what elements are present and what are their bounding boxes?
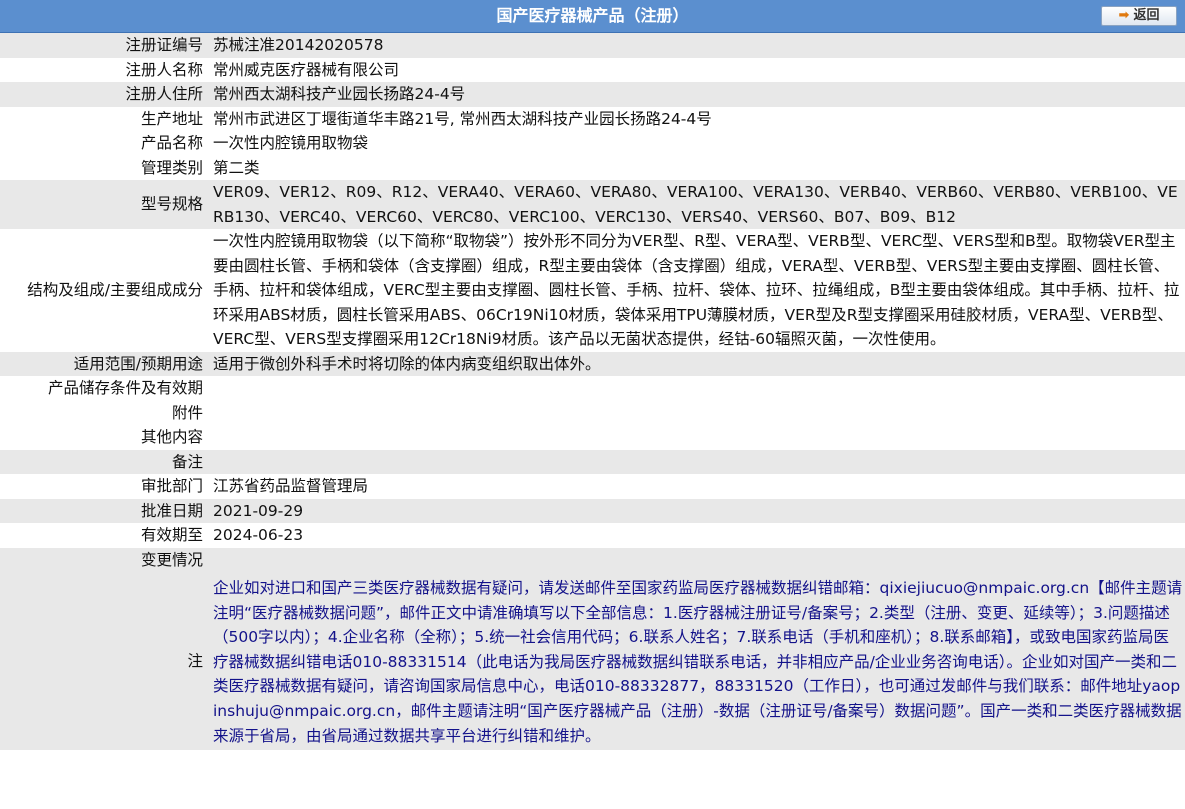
row-value: 第二类 [207,155,1185,180]
row-label: 产品名称 [0,131,207,156]
row-label: 其他内容 [140,428,203,446]
row-label: 注册证编号 [0,33,207,58]
table-row: 批准日期 2021-09-29 [0,498,1185,523]
row-label: 附件 [171,403,203,422]
row-label: 注册人住所 [0,82,207,107]
row-label: 产品储存条件及有效期 附件 其他内容 [0,376,207,450]
row-label: 有效期至 [0,523,207,548]
row-label: 生产地址 [0,106,207,131]
back-button[interactable]: ➡ 返回 [1101,6,1177,26]
row-label: 备注 [0,449,207,474]
back-button-label: 返回 [1133,8,1160,23]
note-label: 注 [0,572,207,751]
row-value: 苏械注准20142020578 [207,33,1185,58]
detail-table: 注册证编号 苏械注准20142020578 注册人名称 常州威克医疗器械有限公司… [0,33,1185,751]
row-value [213,376,1183,401]
row-value [213,425,1183,450]
row-value: 江苏省药品监督管理局 [207,474,1185,499]
row-value: 适用于微创外科手术时将切除的体内病变组织取出体外。 [207,351,1185,376]
row-value [207,449,1185,474]
note-text: 企业如对进口和国产三类医疗器械数据有疑问，请发送邮件至国家药监局医疗器械数据纠错… [207,572,1185,751]
row-value: 2021-09-29 [207,498,1185,523]
page-header: 国产医疗器械产品（注册） ➡ 返回 [0,0,1185,33]
row-label: 批准日期 [0,498,207,523]
row-label: 产品储存条件及有效期 [47,379,203,397]
table-row: 适用范围/预期用途 适用于微创外科手术时将切除的体内病变组织取出体外。 [0,351,1185,376]
note-row: 注 企业如对进口和国产三类医疗器械数据有疑问，请发送邮件至国家药监局医疗器械数据… [0,572,1185,751]
table-row: 注册人住所 常州西太湖科技产业园长扬路24-4号 [0,82,1185,107]
row-value: 2024-06-23 [207,523,1185,548]
row-value: 一次性内腔镜用取物袋 [207,131,1185,156]
row-label: 型号规格 [0,180,207,229]
table-row: 产品储存条件及有效期 附件 其他内容 [0,376,1185,450]
row-value [207,376,1185,450]
table-row: 审批部门 江苏省药品监督管理局 [0,474,1185,499]
row-value: 一次性内腔镜用取物袋（以下简称“取物袋”）按外形不同分为VER型、R型、VERA… [207,229,1185,352]
table-row: 变更情况 [0,547,1185,572]
row-label: 变更情况 [0,547,207,572]
row-label: 管理类别 [0,155,207,180]
table-row: 型号规格 VER09、VER12、R09、R12、VERA40、VERA60、V… [0,180,1185,229]
page-title: 国产医疗器械产品（注册） [496,6,689,25]
table-row: 注册人名称 常州威克医疗器械有限公司 [0,57,1185,82]
row-label: 结构及组成/主要组成成分 [0,229,207,352]
table-row: 结构及组成/主要组成成分 一次性内腔镜用取物袋（以下简称“取物袋”）按外形不同分… [0,229,1185,352]
table-row: 管理类别 第二类 [0,155,1185,180]
table-row: 注册证编号 苏械注准20142020578 [0,33,1185,58]
row-value: 常州市武进区丁堰街道华丰路21号, 常州西太湖科技产业园长扬路24-4号 [207,106,1185,131]
row-label: 审批部门 [0,474,207,499]
row-label: 注册人名称 [0,57,207,82]
table-row: 生产地址 常州市武进区丁堰街道华丰路21号, 常州西太湖科技产业园长扬路24-4… [0,106,1185,131]
row-value: VER09、VER12、R09、R12、VERA40、VERA60、VERA80… [207,180,1185,229]
row-value [207,547,1185,572]
table-row: 有效期至 2024-06-23 [0,523,1185,548]
row-label: 适用范围/预期用途 [0,351,207,376]
row-value [213,401,1183,426]
table-row: 产品名称 一次性内腔镜用取物袋 [0,131,1185,156]
row-value: 常州威克医疗器械有限公司 [207,57,1185,82]
table-row: 备注 [0,449,1185,474]
arrow-right-icon: ➡ [1118,8,1130,23]
row-value: 常州西太湖科技产业园长扬路24-4号 [207,82,1185,107]
